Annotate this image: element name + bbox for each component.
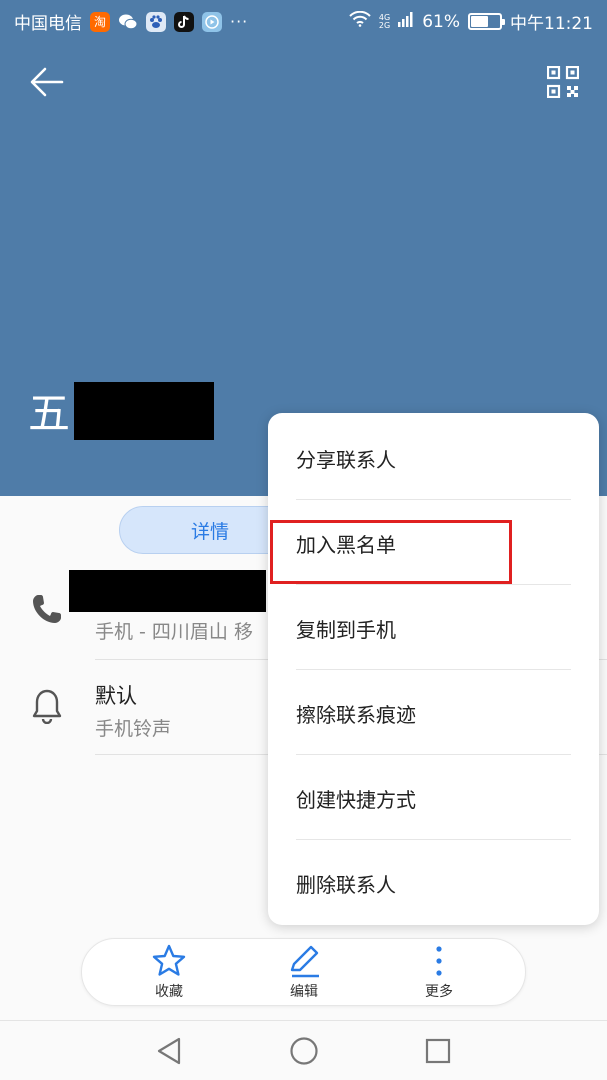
video-icon bbox=[202, 11, 222, 32]
favorite-button[interactable]: 收藏 bbox=[124, 943, 214, 1003]
battery-fill bbox=[471, 16, 489, 27]
status-right: 4G 2G 61% 中午11:21 bbox=[349, 9, 593, 34]
more-vertical-icon bbox=[436, 946, 442, 976]
wechat-icon bbox=[118, 12, 138, 32]
menu-divider bbox=[296, 669, 571, 670]
signal-icon bbox=[398, 11, 414, 32]
redacted-phone-number[interactable] bbox=[69, 570, 266, 612]
network-type-2g: 2G bbox=[378, 20, 391, 30]
menu-divider bbox=[296, 499, 571, 500]
back-arrow-icon bbox=[30, 67, 64, 97]
menu-divider bbox=[296, 584, 571, 585]
wifi-icon bbox=[349, 10, 371, 32]
menu-item-share-contact[interactable]: 分享联系人 bbox=[268, 416, 599, 501]
phone-subtitle: 手机 - 四川眉山 移 bbox=[95, 621, 253, 643]
nav-back-button[interactable] bbox=[147, 1033, 191, 1069]
menu-divider bbox=[296, 839, 571, 840]
overflow-menu: 分享联系人 加入黑名单 复制到手机 擦除联系痕迹 创建快捷方式 删除联系人 bbox=[268, 413, 599, 925]
menu-item-copy-to-phone[interactable]: 复制到手机 bbox=[268, 586, 599, 671]
favorite-label: 收藏 bbox=[155, 984, 183, 1000]
menu-item-erase-traces[interactable]: 擦除联系痕迹 bbox=[268, 671, 599, 756]
contact-name-text: 五 bbox=[28, 389, 71, 438]
back-button[interactable] bbox=[22, 60, 72, 104]
clock: 中午11:21 bbox=[510, 14, 593, 34]
phone-icon[interactable] bbox=[30, 592, 64, 630]
baidu-icon bbox=[146, 11, 166, 32]
ringtone-title[interactable]: 默认 bbox=[95, 680, 137, 710]
ringtone-subtitle: 手机铃声 bbox=[95, 718, 172, 740]
bell-icon bbox=[31, 688, 63, 728]
edit-button[interactable]: 编辑 bbox=[259, 943, 349, 1003]
menu-divider bbox=[296, 754, 571, 755]
menu-item-delete-contact[interactable]: 删除联系人 bbox=[268, 841, 599, 926]
more-button[interactable]: 更多 bbox=[394, 943, 484, 1003]
nav-recents-button[interactable] bbox=[416, 1033, 460, 1069]
taobao-icon: 淘 bbox=[90, 11, 110, 32]
battery-icon bbox=[468, 13, 505, 30]
edit-label: 编辑 bbox=[290, 984, 318, 1000]
battery-percent: 61% bbox=[422, 11, 460, 32]
square-recents-icon bbox=[425, 1038, 451, 1064]
pencil-icon bbox=[290, 945, 319, 978]
menu-item-add-to-blacklist[interactable]: 加入黑名单 bbox=[268, 501, 599, 586]
status-bar: 中国电信 淘 ··· 4G 2G 61% 中午11:21 bbox=[0, 0, 607, 42]
carrier-name: 中国电信 bbox=[14, 14, 82, 34]
contact-name: 五 bbox=[28, 380, 215, 441]
nav-home-button[interactable] bbox=[282, 1033, 326, 1069]
triangle-back-icon bbox=[157, 1037, 181, 1065]
status-left: 中国电信 淘 ··· bbox=[14, 9, 248, 34]
menu-item-create-shortcut[interactable]: 创建快捷方式 bbox=[268, 756, 599, 841]
qr-code-button[interactable] bbox=[541, 60, 585, 104]
system-nav-bar bbox=[0, 1020, 607, 1080]
bottom-action-bar: 收藏 编辑 更多 bbox=[81, 938, 526, 1006]
more-notifications-icon: ··· bbox=[230, 12, 249, 31]
qr-code-icon bbox=[547, 66, 579, 98]
circle-home-icon bbox=[290, 1037, 318, 1065]
more-label: 更多 bbox=[425, 984, 453, 1000]
network-type: 4G 2G bbox=[378, 13, 391, 30]
redacted-name bbox=[74, 381, 215, 440]
star-icon bbox=[152, 944, 186, 976]
tiktok-icon bbox=[174, 11, 194, 32]
